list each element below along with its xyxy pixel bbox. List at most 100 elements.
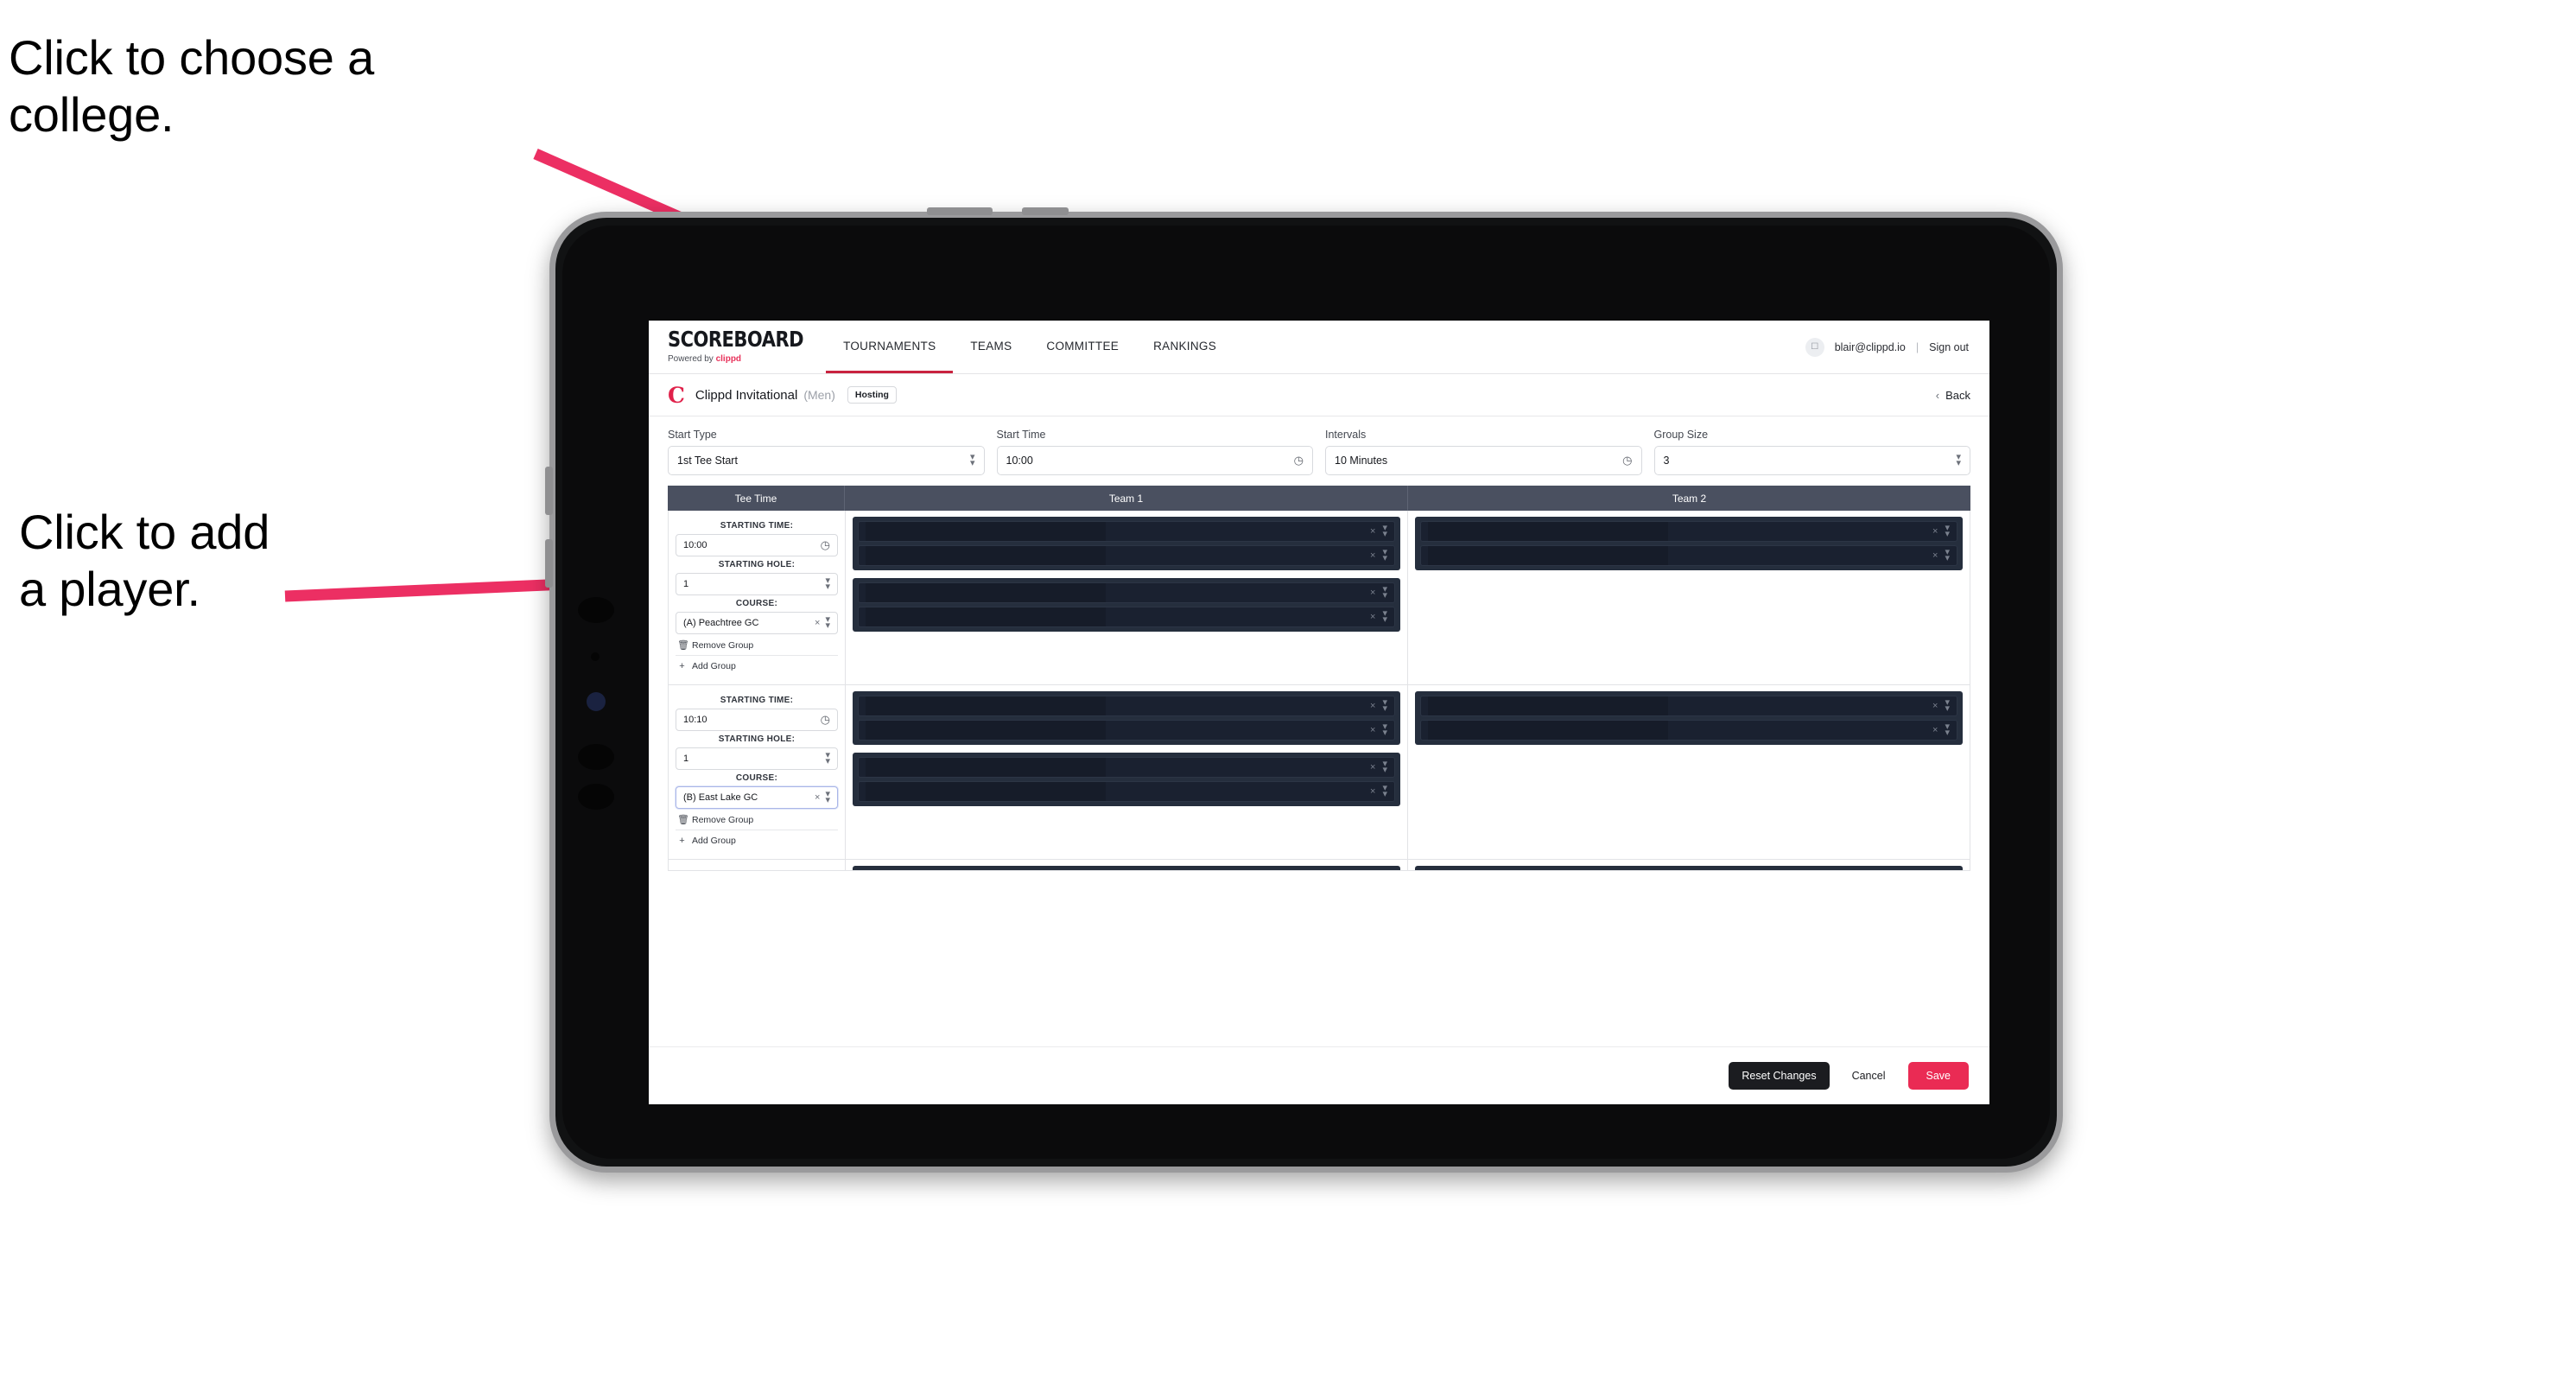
stepper-icon[interactable]: ▾ ▾ xyxy=(1382,722,1387,738)
player-select-row[interactable]: × ▾▾ xyxy=(858,521,1395,542)
nav-links: TOURNAMENTS TEAMS COMMITTEE RANKINGS xyxy=(826,321,1234,373)
clock-icon[interactable]: ◷ xyxy=(1294,454,1304,467)
nav-item-teams[interactable]: TEAMS xyxy=(953,321,1029,373)
course-select[interactable]: (A) Peachtree GC × ▾ ▾ xyxy=(676,612,838,634)
player-select-row[interactable]: ×▾▾ xyxy=(1420,870,1957,871)
row-controls: × ▾ ▾ xyxy=(1370,609,1387,625)
player-select-row[interactable]: × ▾▾ xyxy=(858,720,1395,741)
sensor-icon xyxy=(591,652,600,661)
stepper-icon[interactable]: ▾ ▾ xyxy=(1382,698,1387,714)
clock-icon[interactable]: ◷ xyxy=(821,538,830,552)
clear-icon[interactable]: × xyxy=(1370,526,1375,537)
tournament-gender: (Men) xyxy=(803,388,835,402)
clear-icon[interactable]: × xyxy=(1370,725,1375,735)
player-select-row[interactable]: × ▾▾ xyxy=(1420,720,1957,741)
row-controls: × ▾ ▾ xyxy=(1370,585,1387,601)
stepper-icon[interactable]: ▾ ▾ xyxy=(1945,548,1950,563)
clock-icon[interactable]: ◷ xyxy=(821,713,830,727)
brand-logo[interactable]: SCOREBOARD Powered by clippd xyxy=(668,321,826,373)
stepper-icon[interactable]: ▾ ▾ xyxy=(1945,524,1950,539)
player-select-row[interactable]: × ▾▾ xyxy=(858,757,1395,778)
column-header-tee-time: Tee Time xyxy=(668,486,845,511)
sign-out-link[interactable]: Sign out xyxy=(1929,341,1969,353)
add-group-label: Add Group xyxy=(692,661,736,671)
starting-hole-input[interactable]: 1 ▾ ▾ xyxy=(676,573,838,595)
intervals-value: 10 Minutes xyxy=(1335,455,1388,467)
starting-time-input[interactable]: 10:00 ◷ xyxy=(676,534,838,556)
clear-icon[interactable]: × xyxy=(1370,786,1375,797)
stepper-icon[interactable]: ▾ ▾ xyxy=(1382,784,1387,799)
stepper-icon[interactable]: ▾ ▾ xyxy=(1945,722,1950,738)
player-name-placeholder xyxy=(866,583,1106,602)
clear-icon[interactable]: × xyxy=(1932,550,1938,561)
back-button[interactable]: ‹ Back xyxy=(1936,389,1970,402)
control-start-time: Start Time 10:00 ◷ xyxy=(996,429,1313,475)
brand-wordmark: SCOREBOARD xyxy=(668,327,804,352)
starting-time-value: 10:10 xyxy=(683,715,707,725)
stepper-icon[interactable]: ▾ ▾ xyxy=(1945,698,1950,714)
stepper-icon[interactable]: ▾ ▾ xyxy=(1382,760,1387,775)
stepper-icon[interactable]: ▾ ▾ xyxy=(970,453,975,468)
nav-item-tournaments[interactable]: TOURNAMENTS xyxy=(826,321,954,373)
plus-icon: + xyxy=(679,836,685,846)
clear-icon[interactable]: × xyxy=(815,618,820,628)
player-select-row[interactable]: × ▾▾ xyxy=(858,545,1395,566)
stepper-icon[interactable]: ▾ ▾ xyxy=(825,615,830,631)
action-footer: Reset Changes Cancel Save xyxy=(649,1046,1989,1104)
player-name-placeholder xyxy=(866,607,1106,626)
stepper-icon[interactable]: ▾ ▾ xyxy=(825,576,830,592)
clock-icon[interactable]: ◷ xyxy=(1622,454,1632,467)
clear-icon[interactable]: × xyxy=(1370,550,1375,561)
stepper-icon[interactable]: ▾ ▾ xyxy=(1382,548,1387,563)
cancel-button[interactable]: Cancel xyxy=(1845,1062,1893,1090)
tablet-button-left-2 xyxy=(545,539,553,588)
tablet-button-top-1 xyxy=(927,207,993,215)
clear-icon[interactable]: × xyxy=(1370,701,1375,711)
clear-icon[interactable]: × xyxy=(1932,526,1938,537)
player-select-row[interactable]: × ▾▾ xyxy=(858,582,1395,603)
clear-icon[interactable]: × xyxy=(1370,612,1375,622)
starting-hole-input[interactable]: 1 ▾ ▾ xyxy=(676,747,838,770)
stepper-icon[interactable]: ▾ ▾ xyxy=(1956,453,1961,468)
player-select-row[interactable]: × ▾▾ xyxy=(858,781,1395,802)
stepper-icon[interactable]: ▾ ▾ xyxy=(1382,524,1387,539)
nav-item-committee[interactable]: COMMITTEE xyxy=(1029,321,1136,373)
group-size-select[interactable]: 3 ▾ ▾ xyxy=(1653,446,1970,475)
reset-changes-button[interactable]: Reset Changes xyxy=(1729,1062,1830,1090)
player-select-row[interactable]: × ▾▾ xyxy=(858,607,1395,627)
player-select-row[interactable]: × ▾▾ xyxy=(1420,545,1957,566)
player-name-placeholder xyxy=(1428,546,1668,565)
intervals-input[interactable]: 10 Minutes ◷ xyxy=(1325,446,1642,475)
team-1-cell: × ▾ ▾ × ▾ ▾ × ▾ ▾ × ▾ ▾ xyxy=(846,685,1408,859)
tournament-title-bar: C Clippd Invitational (Men) Hosting ‹ Ba… xyxy=(649,374,1989,416)
player-select-row[interactable]: × ▾▾ xyxy=(1420,521,1957,542)
starting-time-label: STARTING TIME: xyxy=(676,870,838,871)
clear-icon[interactable]: × xyxy=(1370,588,1375,598)
save-button[interactable]: Save xyxy=(1907,1062,1969,1090)
remove-group-button[interactable]: 🗑 Remove Group xyxy=(676,809,838,830)
player-select-row[interactable]: × ▾▾ xyxy=(858,696,1395,716)
add-group-button[interactable]: + Add Group xyxy=(676,830,838,850)
stepper-icon[interactable]: ▾ ▾ xyxy=(825,751,830,766)
start-time-input[interactable]: 10:00 ◷ xyxy=(996,446,1313,475)
row-controls: × ▾ ▾ xyxy=(1932,524,1950,539)
stepper-icon[interactable]: ▾ ▾ xyxy=(1382,585,1387,601)
row-controls: × ▾ ▾ xyxy=(1932,548,1950,563)
clear-icon[interactable]: × xyxy=(1932,725,1938,735)
clear-icon[interactable]: × xyxy=(1370,762,1375,772)
stepper-icon[interactable]: ▾ ▾ xyxy=(1382,609,1387,625)
clear-icon[interactable]: × xyxy=(815,792,820,803)
start-type-select[interactable]: 1st Tee Start ▾ ▾ xyxy=(668,446,985,475)
player-group-panel: × ▾▾ × ▾▾ xyxy=(853,691,1400,745)
add-group-button[interactable]: + Add Group xyxy=(676,656,838,676)
nav-item-rankings[interactable]: RANKINGS xyxy=(1136,321,1234,373)
user-avatar-icon[interactable]: ☐ xyxy=(1805,337,1824,357)
player-select-row[interactable]: ×▾▾ xyxy=(858,870,1395,871)
player-select-row[interactable]: × ▾▾ xyxy=(1420,696,1957,716)
control-start-time-label: Start Time xyxy=(996,429,1046,441)
starting-time-input[interactable]: 10:10 ◷ xyxy=(676,709,838,731)
course-select[interactable]: (B) East Lake GC × ▾ ▾ xyxy=(676,786,838,809)
stepper-icon[interactable]: ▾ ▾ xyxy=(825,790,830,805)
remove-group-button[interactable]: 🗑 Remove Group xyxy=(676,634,838,656)
clear-icon[interactable]: × xyxy=(1932,701,1938,711)
